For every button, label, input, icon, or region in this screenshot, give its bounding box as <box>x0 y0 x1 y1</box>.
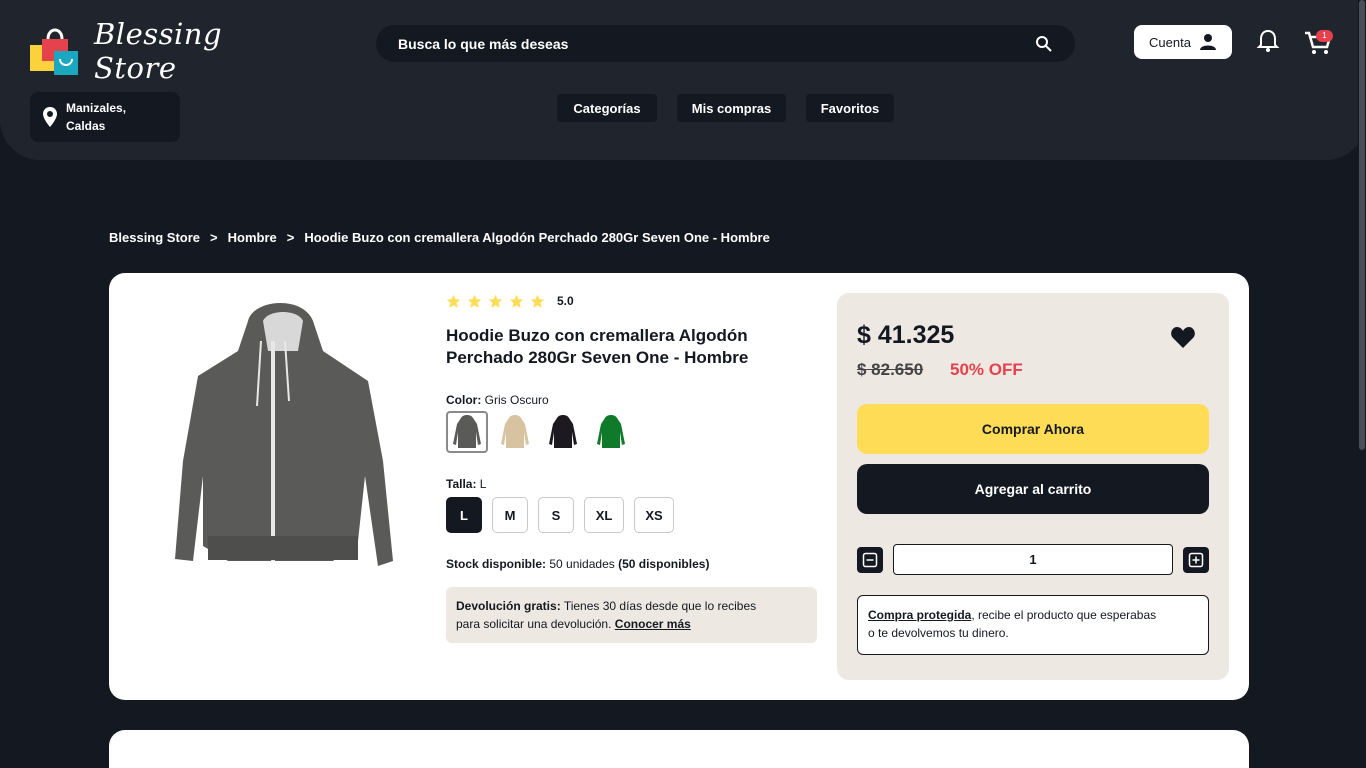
star-icon <box>530 294 545 308</box>
site-header: Blessing Store Busca lo que más deseas C… <box>0 0 1366 160</box>
breadcrumb-category[interactable]: Hombre <box>228 230 277 245</box>
rating-value: 5.0 <box>557 294 574 308</box>
swatch-black[interactable] <box>542 411 584 453</box>
size-option-xl[interactable]: XL <box>584 497 624 533</box>
stock-label: Stock disponible: <box>446 557 547 571</box>
increase-quantity-button[interactable] <box>1183 547 1209 573</box>
original-price: $ 82.650 <box>857 360 924 379</box>
hoodie-thumbnail <box>453 415 481 448</box>
protected-text: , recibe el producto que esperabas <box>971 608 1157 622</box>
stock-info: Stock disponible: 50 unidades (50 dispon… <box>446 557 818 571</box>
product-title-line: Hoodie Buzo con cremallera Algodón <box>446 326 748 345</box>
swatch-beige[interactable] <box>494 411 536 453</box>
add-to-cart-button[interactable]: Agregar al carrito <box>857 464 1209 514</box>
protected-text: o te devolvemos tu dinero. <box>868 626 1009 640</box>
stock-units: 50 unidades <box>549 557 615 571</box>
location-region: Caldas <box>66 119 106 133</box>
shopping-bags-icon <box>30 28 78 75</box>
minus-icon <box>862 552 878 568</box>
star-icon <box>488 294 503 308</box>
bell-icon[interactable] <box>1256 28 1280 54</box>
location-selector[interactable]: Manizales, Caldas <box>30 92 180 142</box>
plus-icon <box>1188 552 1204 568</box>
hoodie-thumbnail <box>549 415 577 448</box>
purchase-panel: $ 41.325 $ 82.650 50% OFF Comprar Ahora … <box>837 293 1229 680</box>
size-option-xs[interactable]: XS <box>634 497 674 533</box>
hoodie-thumbnail <box>597 415 625 448</box>
star-icon <box>446 294 461 308</box>
current-price: $ 41.325 <box>857 321 955 349</box>
color-value: Gris Oscuro <box>484 393 549 407</box>
discount-badge: 50% OFF <box>950 360 1023 379</box>
product-title: Hoodie Buzo con cremallera Algodón Perch… <box>446 325 818 369</box>
nav-categories[interactable]: Categorías <box>557 94 657 122</box>
color-label: Color: Gris Oscuro <box>446 393 818 407</box>
size-options: L M S XL XS <box>446 497 818 533</box>
search-input[interactable]: Busca lo que más deseas <box>398 36 1035 52</box>
account-label: Cuenta <box>1149 34 1191 50</box>
size-option-l[interactable]: L <box>446 497 482 533</box>
size-option-m[interactable]: M <box>492 497 528 533</box>
search-icon[interactable] <box>1035 35 1053 53</box>
location-city: Manizales, <box>66 101 127 115</box>
star-icon <box>509 294 524 308</box>
color-label-text: Color: <box>446 393 482 407</box>
nav-favorites[interactable]: Favoritos <box>806 94 894 122</box>
secondary-card <box>109 730 1249 768</box>
size-label: Talla: L <box>446 477 818 491</box>
size-option-s[interactable]: S <box>538 497 574 533</box>
cart-count-badge: 1 <box>1316 30 1333 42</box>
return-text: para solicitar una devolución. <box>456 617 612 631</box>
brand-logo[interactable]: Blessing Store <box>28 17 288 85</box>
breadcrumb-product: Hoodie Buzo con cremallera Algodón Perch… <box>304 230 770 245</box>
user-icon <box>1199 34 1216 50</box>
quantity-input[interactable] <box>893 544 1173 575</box>
breadcrumb: Blessing Store > Hombre > Hoodie Buzo co… <box>109 230 770 245</box>
breadcrumb-store[interactable]: Blessing Store <box>109 230 200 245</box>
buy-now-button[interactable]: Comprar Ahora <box>857 404 1209 454</box>
protected-purchase-link[interactable]: Compra protegida <box>868 608 971 622</box>
size-value: L <box>479 477 487 491</box>
breadcrumb-separator: > <box>210 230 218 245</box>
swatch-green[interactable] <box>590 411 632 453</box>
location-pin-icon <box>43 107 57 127</box>
brand-name: Blessing Store <box>94 17 223 85</box>
account-button[interactable]: Cuenta <box>1134 25 1232 59</box>
search-bar[interactable]: Busca lo que más deseas <box>376 25 1075 62</box>
breadcrumb-separator: > <box>286 230 295 245</box>
learn-more-link[interactable]: Conocer más <box>615 617 691 631</box>
product-card: 5.0 Hoodie Buzo con cremallera Algodón P… <box>109 273 1249 700</box>
rating: 5.0 <box>446 291 818 311</box>
return-text: Tienes 30 días desde que lo recibes <box>563 599 757 613</box>
swatch-gris-oscuro[interactable] <box>446 411 488 453</box>
protected-purchase-notice: Compra protegida, recibe el producto que… <box>857 595 1209 655</box>
nav-my-purchases[interactable]: Mis compras <box>677 94 786 122</box>
star-icon <box>467 294 482 308</box>
hoodie-thumbnail <box>501 415 529 448</box>
size-label-text: Talla: <box>446 477 477 491</box>
return-label: Devolución gratis: <box>456 599 561 613</box>
color-swatches <box>446 411 818 453</box>
heart-icon[interactable] <box>1170 326 1196 350</box>
stock-available: (50 disponibles) <box>618 557 710 571</box>
product-image <box>175 302 393 566</box>
product-title-line: Perchado 280Gr Seven One - Hombre <box>446 348 749 367</box>
decrease-quantity-button[interactable] <box>857 547 883 573</box>
scrollbar-thumb[interactable] <box>1359 0 1365 450</box>
free-return-notice: Devolución gratis: Tienes 30 días desde … <box>446 587 817 643</box>
product-info: 5.0 Hoodie Buzo con cremallera Algodón P… <box>446 291 818 643</box>
